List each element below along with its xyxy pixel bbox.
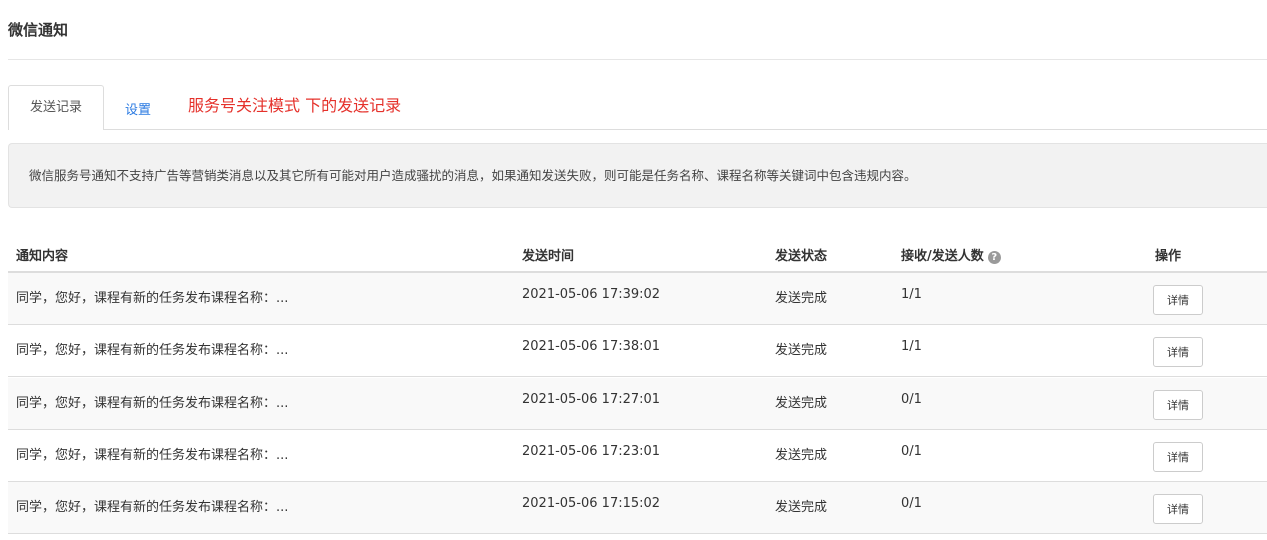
annotation-text: 服务号关注模式 下的发送记录	[188, 96, 402, 115]
header-content: 通知内容	[16, 249, 69, 264]
cell-time: 2021-05-06 17:15:02	[522, 496, 661, 511]
tab-settings[interactable]: 设置	[125, 99, 151, 118]
cell-status: 发送完成	[775, 500, 828, 515]
cell-count: 0/1	[901, 392, 922, 407]
cell-time: 2021-05-06 17:38:01	[522, 339, 661, 354]
table-row: 同学，您好，课程有新的任务发布课程名称：... 2021-05-06 17:15…	[8, 482, 1267, 534]
header-time: 发送时间	[522, 249, 575, 264]
cell-count: 1/1	[901, 287, 922, 302]
question-circle-icon[interactable]: ?	[987, 251, 1001, 264]
cell-content: 同学，您好，课程有新的任务发布课程名称：...	[16, 291, 289, 306]
cell-count: 0/1	[901, 444, 922, 459]
tab-send-records[interactable]: 发送记录	[8, 85, 104, 130]
details-button[interactable]: 详情	[1153, 390, 1203, 420]
details-button[interactable]: 详情	[1153, 337, 1203, 367]
cell-time: 2021-05-06 17:39:02	[522, 287, 661, 302]
cell-content: 同学，您好，课程有新的任务发布课程名称：...	[16, 396, 289, 411]
header-count-label: 接收/发送人数	[901, 249, 984, 264]
cell-time: 2021-05-06 17:27:01	[522, 392, 661, 407]
table-row: 同学，您好，课程有新的任务发布课程名称：... 2021-05-06 17:38…	[8, 325, 1267, 377]
header-status: 发送状态	[775, 249, 828, 264]
header-count: 接收/发送人数?	[901, 245, 1001, 264]
notice-banner: 微信服务号通知不支持广告等营销类消息以及其它所有可能对用户造成骚扰的消息，如果通…	[8, 143, 1267, 208]
details-button[interactable]: 详情	[1153, 494, 1203, 524]
cell-content: 同学，您好，课程有新的任务发布课程名称：...	[16, 448, 289, 463]
header-action: 操作	[1155, 249, 1182, 264]
cell-status: 发送完成	[775, 448, 828, 463]
details-button[interactable]: 详情	[1153, 285, 1203, 315]
tabs-baseline	[8, 129, 1267, 130]
table-row: 同学，您好，课程有新的任务发布课程名称：... 2021-05-06 17:39…	[8, 273, 1267, 325]
page-title: 微信通知	[8, 21, 69, 39]
cell-content: 同学，您好，课程有新的任务发布课程名称：...	[16, 500, 289, 515]
details-button[interactable]: 详情	[1153, 442, 1203, 472]
table-row: 同学，您好，课程有新的任务发布课程名称：... 2021-05-06 17:23…	[8, 430, 1267, 482]
cell-count: 1/1	[901, 339, 922, 354]
cell-content: 同学，您好，课程有新的任务发布课程名称：...	[16, 343, 289, 358]
cell-status: 发送完成	[775, 396, 828, 411]
title-divider	[8, 59, 1267, 60]
cell-count: 0/1	[901, 496, 922, 511]
cell-time: 2021-05-06 17:23:01	[522, 444, 661, 459]
cell-status: 发送完成	[775, 343, 828, 358]
cell-status: 发送完成	[775, 291, 828, 306]
table-row: 同学，您好，课程有新的任务发布课程名称：... 2021-05-06 17:27…	[8, 378, 1267, 430]
